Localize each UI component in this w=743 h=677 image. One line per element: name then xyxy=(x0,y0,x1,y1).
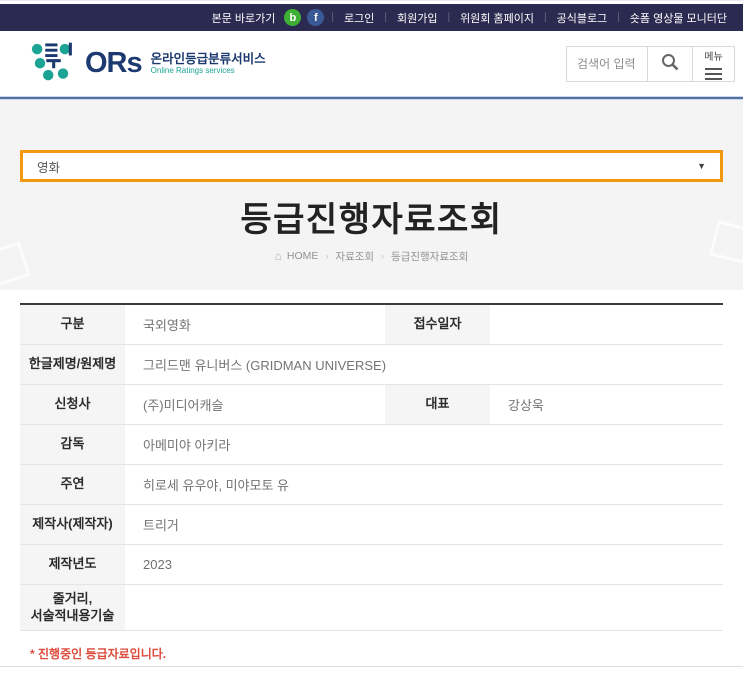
home-icon: ⌂ xyxy=(274,249,282,264)
row-label: 대표 xyxy=(385,385,490,424)
breadcrumb-separator: › xyxy=(381,251,385,262)
blog-icon[interactable]: b xyxy=(284,9,302,26)
divider: | xyxy=(447,12,451,23)
in-progress-note: * 진행중인 등급자료입니다. xyxy=(30,647,167,661)
table-row: 줄거리, 서술적내용기술 xyxy=(20,585,723,631)
divider: | xyxy=(331,12,334,23)
row-label: 주연 xyxy=(20,465,125,504)
kreb-symbol-icon xyxy=(28,41,78,86)
breadcrumb-home[interactable]: HOME xyxy=(287,250,319,262)
utility-topbar: 본문 바로가기 b f | 로그인 | 회원가입 | 위원회 홈페이지 | 공식… xyxy=(0,4,743,31)
row-label: 제작사(제작자) xyxy=(20,505,125,544)
service-name: 온라인등급분류서비스 Online Ratings services xyxy=(150,51,266,76)
row-value: 2023 xyxy=(143,557,172,572)
footer-top-rule xyxy=(0,666,743,667)
committee-homepage-link[interactable]: 위원회 홈페이지 xyxy=(460,10,534,26)
row-value: 국외영화 xyxy=(143,318,191,333)
row-value: 강상욱 xyxy=(508,398,544,413)
chevron-down-icon: ▼ xyxy=(697,161,706,171)
breadcrumb: ⌂ HOME › 자료조회 › 등급진행자료조회 xyxy=(0,249,743,264)
row-value: 히로세 유우야, 미야모토 유 xyxy=(143,478,290,493)
row-label: 구분 xyxy=(20,305,125,344)
row-value: 트리거 xyxy=(143,518,179,533)
row-label: 제작년도 xyxy=(20,545,125,584)
breadcrumb-data-search[interactable]: 자료조회 xyxy=(335,249,374,264)
menu-button[interactable]: 메뉴 xyxy=(692,46,734,81)
row-label: 접수일자 xyxy=(385,305,490,344)
row-value: 그리드맨 유니버스 (GRIDMAN UNIVERSE) xyxy=(143,358,387,373)
ors-wordmark: ORs xyxy=(85,47,143,79)
row-label: 한글제명/원제명 xyxy=(20,345,125,384)
site-header: ORs 온라인등급분류서비스 Online Ratings services 메… xyxy=(0,31,743,96)
row-value xyxy=(125,585,723,630)
divider: | xyxy=(617,12,620,23)
rating-info-table: 구분 국외영화 접수일자 한글제명/원제명 그리드맨 유니버스 (GRIDMAN… xyxy=(20,303,723,631)
header-search-group: 메뉴 xyxy=(566,45,735,82)
breadcrumb-separator: › xyxy=(325,251,329,262)
official-blog-link[interactable]: 공식블로그 xyxy=(557,10,608,26)
signup-link[interactable]: 회원가입 xyxy=(397,10,437,26)
row-value: (주)미디어캐슬 xyxy=(143,398,224,413)
shortform-monitor-link[interactable]: 숏폼 영상물 모니터단 xyxy=(630,10,727,26)
page-subvisual-band: 영화 ▼ 등급진행자료조회 ⌂ HOME › 자료조회 › 등급진행자료조회 xyxy=(0,100,743,290)
search-icon xyxy=(660,52,680,75)
breadcrumb-current: 등급진행자료조회 xyxy=(391,250,469,263)
row-label: 신청사 xyxy=(20,385,125,424)
category-selected-value: 영화 xyxy=(37,160,61,175)
divider: | xyxy=(543,12,547,23)
row-value: 아메미야 아키라 xyxy=(143,438,231,453)
search-button[interactable] xyxy=(647,46,692,81)
table-row: 제작년도 2023 xyxy=(20,545,723,585)
main-content: 구분 국외영화 접수일자 한글제명/원제명 그리드맨 유니버스 (GRIDMAN… xyxy=(0,290,743,662)
login-link[interactable]: 로그인 xyxy=(344,10,374,26)
facebook-icon[interactable]: f xyxy=(307,9,325,26)
row-value xyxy=(490,305,723,344)
table-row: 구분 국외영화 접수일자 xyxy=(20,305,723,345)
table-row: 감독 아메미야 아키라 xyxy=(20,425,723,465)
table-row: 주연 히로세 유우야, 미야모토 유 xyxy=(20,465,723,505)
category-select[interactable]: 영화 ▼ xyxy=(20,150,723,182)
ors-logo[interactable]: ORs 온라인등급분류서비스 Online Ratings services xyxy=(28,41,266,86)
table-row: 신청사 (주)미디어캐슬 대표 강상욱 xyxy=(20,385,723,425)
row-label: 줄거리, 서술적내용기술 xyxy=(20,585,125,630)
table-row: 한글제명/원제명 그리드맨 유니버스 (GRIDMAN UNIVERSE) xyxy=(20,345,723,385)
table-row: 제작사(제작자) 트리거 xyxy=(20,505,723,545)
divider: | xyxy=(384,12,387,23)
skip-to-content-link[interactable]: 본문 바로가기 xyxy=(212,10,276,26)
search-input[interactable] xyxy=(567,46,647,81)
row-label: 감독 xyxy=(20,425,125,464)
hamburger-icon xyxy=(705,65,722,80)
